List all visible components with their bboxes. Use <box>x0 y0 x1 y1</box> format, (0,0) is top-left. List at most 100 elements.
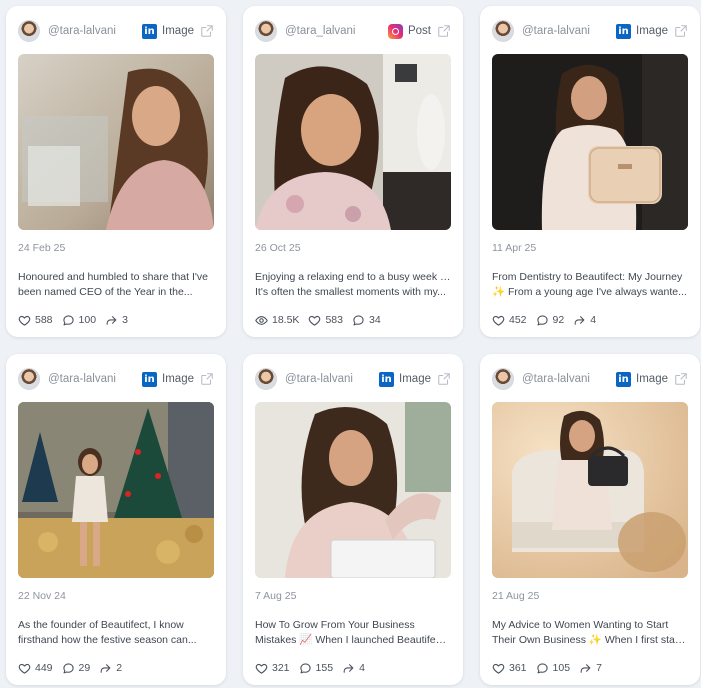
post-type-label: Image <box>636 373 668 385</box>
caption-line: My Advice to Women Wanting to Start <box>492 619 669 631</box>
caption-line: been named CEO of the Year in the... <box>18 285 193 298</box>
post-stats: 449 29 2 <box>18 661 214 675</box>
post-image[interactable] <box>255 54 451 230</box>
shares-count: 7 <box>596 662 602 674</box>
avatar <box>255 368 277 390</box>
eye-icon <box>255 314 268 327</box>
linkedin-icon: in <box>379 371 395 387</box>
comment-icon <box>536 662 549 675</box>
heart-icon <box>308 314 321 327</box>
external-link-icon[interactable] <box>437 372 451 386</box>
caption-line: Mistakes 📈 When I launched Beautifect,..… <box>255 633 451 646</box>
likes-count: 361 <box>509 662 527 674</box>
comments-count: 34 <box>368 314 381 326</box>
post-type: in Image <box>616 23 668 39</box>
linkedin-icon: in <box>616 23 632 39</box>
external-link-icon[interactable] <box>674 24 688 38</box>
post-type-label: Image <box>162 25 194 37</box>
post-caption[interactable]: Honoured and humbled to share that I've … <box>18 270 214 299</box>
post-date: 24 Feb 25 <box>18 242 66 254</box>
external-link-icon[interactable] <box>200 24 214 38</box>
comment-icon <box>62 662 75 675</box>
likes-stat: 583 <box>308 314 343 327</box>
post-type-label: Post <box>407 25 431 37</box>
post-image[interactable] <box>18 54 214 230</box>
share-icon <box>99 662 112 675</box>
post-stats: 361 105 7 <box>492 661 688 675</box>
post-card[interactable]: @tara-lalvani in Image 7 Aug 25 How To G… <box>243 354 463 685</box>
avatar <box>492 20 514 42</box>
caption-line: ✨ From a young age I've always wante... <box>492 285 687 298</box>
comments-stat: 92 <box>536 314 565 327</box>
post-caption[interactable]: How To Grow From Your Business Mistakes … <box>255 618 451 647</box>
caption-line: Enjoying a relaxing end to a busy week ✨ <box>255 271 451 283</box>
shares-stat: 2 <box>99 662 122 675</box>
post-stats: 452 92 4 <box>492 313 688 327</box>
post-card[interactable]: @tara_lalvani Post 26 Oct 25 Enjoying a … <box>243 6 463 337</box>
post-card[interactable]: @tara-lalvani in Image 22 Nov 24 As the … <box>6 354 226 685</box>
views-stat: 18.5K <box>255 314 299 327</box>
post-card[interactable]: @tara-lalvani in Image 24 Feb 25 Honoure… <box>6 6 226 337</box>
post-caption[interactable]: Enjoying a relaxing end to a busy week ✨… <box>255 270 451 299</box>
heart-icon <box>255 662 268 675</box>
external-link-icon[interactable] <box>437 24 451 38</box>
likes-count: 321 <box>272 662 290 674</box>
card-header: @tara_lalvani Post <box>255 18 451 44</box>
post-card[interactable]: @tara-lalvani in Image 21 Aug 25 My Advi… <box>480 354 700 685</box>
post-image[interactable] <box>492 54 688 230</box>
post-stats: 18.5K 583 34 <box>255 313 451 327</box>
likes-count: 449 <box>35 662 53 674</box>
external-link-icon[interactable] <box>674 372 688 386</box>
likes-stat: 588 <box>18 314 53 327</box>
card-header: @tara-lalvani in Image <box>492 366 688 392</box>
external-link-icon[interactable] <box>200 372 214 386</box>
linkedin-icon: in <box>142 23 158 39</box>
post-image[interactable] <box>492 402 688 578</box>
likes-stat: 452 <box>492 314 527 327</box>
caption-line: From Dentistry to Beautifect: My Journey <box>492 271 683 283</box>
comment-icon <box>536 314 549 327</box>
post-caption[interactable]: My Advice to Women Wanting to Start Thei… <box>492 618 688 647</box>
comments-count: 29 <box>78 662 91 674</box>
shares-stat: 4 <box>573 314 596 327</box>
post-date: 7 Aug 25 <box>255 590 297 602</box>
post-date: 22 Nov 24 <box>18 590 66 602</box>
card-header: @tara-lalvani in Image <box>255 366 451 392</box>
post-image[interactable] <box>255 402 451 578</box>
caption-line: How To Grow From Your Business <box>255 619 415 631</box>
card-header: @tara-lalvani in Image <box>18 18 214 44</box>
caption-line: Their Own Business ✨ When I first starte… <box>492 633 688 646</box>
views-count: 18.5K <box>272 314 300 326</box>
post-type: in Image <box>142 371 194 387</box>
post-stats: 588 100 3 <box>18 313 214 327</box>
comments-stat: 155 <box>299 662 333 675</box>
comments-count: 92 <box>552 314 565 326</box>
avatar <box>18 368 40 390</box>
post-card[interactable]: @tara-lalvani in Image 11 Apr 25 From De… <box>480 6 700 337</box>
likes-stat: 449 <box>18 662 53 675</box>
comments-stat: 100 <box>62 314 97 327</box>
post-date: 26 Oct 25 <box>255 242 301 254</box>
account-handle: @tara_lalvani <box>285 25 356 37</box>
comment-icon <box>299 662 312 675</box>
share-icon <box>579 662 592 675</box>
post-date: 11 Apr 25 <box>492 242 537 254</box>
post-caption[interactable]: As the founder of Beautifect, I know fir… <box>18 618 214 647</box>
caption-line: Honoured and humbled to share that I've <box>18 271 208 283</box>
post-caption[interactable]: From Dentistry to Beautifect: My Journey… <box>492 270 688 299</box>
post-type-label: Image <box>636 25 668 37</box>
shares-count: 2 <box>116 662 123 674</box>
share-icon <box>342 662 355 675</box>
comments-stat: 29 <box>62 662 91 675</box>
post-type: in Image <box>142 23 194 39</box>
linkedin-icon: in <box>616 371 632 387</box>
comments-count: 100 <box>78 314 97 326</box>
caption-line: As the founder of Beautifect, I know <box>18 619 184 631</box>
account-handle: @tara-lalvani <box>285 373 353 385</box>
likes-stat: 361 <box>492 662 527 675</box>
post-type-label: Image <box>162 373 194 385</box>
likes-count: 583 <box>325 314 343 326</box>
comments-stat: 34 <box>352 314 381 327</box>
post-image[interactable] <box>18 402 214 578</box>
post-type-label: Image <box>399 373 431 385</box>
